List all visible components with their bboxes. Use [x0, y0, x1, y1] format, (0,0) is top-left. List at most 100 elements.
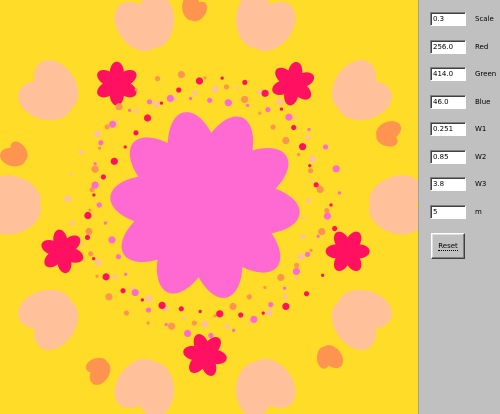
fractal-dot — [279, 107, 284, 111]
fractal-dot — [109, 120, 117, 128]
fractal-dot — [246, 294, 252, 300]
fractal-dot — [102, 273, 110, 281]
fractal-dot — [69, 172, 73, 176]
fractal-dot — [88, 251, 94, 257]
fractal-dot — [224, 99, 232, 107]
fractal-dot — [238, 312, 244, 318]
fractal-dot — [115, 254, 122, 260]
fractal-dot — [265, 107, 271, 113]
fractal-dot — [123, 310, 130, 316]
fractal-dot — [103, 221, 107, 225]
fractal-dot — [112, 274, 118, 280]
fractal-dot — [127, 108, 132, 112]
w2-row: 0.85 W2 — [430, 150, 486, 164]
fractal-dot — [282, 136, 290, 145]
fractal-dot — [94, 258, 102, 267]
fractal-dot — [263, 285, 267, 290]
fractal-dot — [305, 197, 311, 203]
fractal-dot — [309, 248, 313, 252]
fractal-dot — [95, 274, 99, 278]
fractal-dot — [145, 307, 152, 313]
w3-input[interactable]: 3.8 — [430, 177, 466, 191]
crimson-center — [200, 350, 210, 360]
fractal-dot — [178, 306, 184, 312]
fractal-dot — [92, 257, 96, 261]
green-label: Green — [475, 70, 497, 78]
fractal-dot — [195, 77, 204, 85]
fractal-dot — [158, 301, 166, 310]
fractal-dot — [92, 193, 96, 197]
red-input[interactable]: 256.0 — [430, 40, 466, 54]
fractal-dot — [100, 174, 107, 180]
fractal-dot — [332, 225, 338, 232]
fractal-dot — [97, 146, 102, 150]
fractal-dot — [91, 181, 99, 189]
blue-input[interactable]: 46.0 — [430, 95, 466, 109]
fractal-dot — [304, 134, 311, 140]
fractal-dot — [93, 162, 97, 166]
fractal-dot — [323, 212, 332, 220]
fractal-dot — [321, 273, 325, 277]
m-row: 5 m — [430, 205, 482, 219]
fractal-dot — [276, 98, 284, 106]
fractal-dot — [108, 236, 116, 244]
w2-label: W2 — [475, 153, 487, 161]
orange-petal — [316, 346, 331, 369]
scale-input[interactable]: 0.3 — [430, 12, 466, 26]
fractal-dot — [213, 314, 217, 318]
fractal-dot — [293, 275, 298, 279]
fractal-dot — [229, 302, 237, 311]
fractal-dot — [297, 253, 305, 261]
scale-label: Scale — [475, 15, 494, 23]
fractal-dot — [332, 165, 340, 173]
w1-input[interactable]: 0.251 — [430, 122, 466, 136]
fractal-dot — [104, 124, 110, 130]
m-input[interactable]: 5 — [430, 205, 466, 219]
fractal-dot — [294, 262, 300, 269]
w3-row: 3.8 W3 — [430, 177, 486, 191]
fractal-dot — [308, 164, 312, 168]
fractal-dot — [69, 220, 75, 226]
fractal-canvas[interactable] — [0, 0, 418, 414]
fractal-dot — [130, 286, 134, 290]
fractal-dot — [285, 113, 293, 121]
fractal-dot — [223, 84, 230, 90]
fractal-dot — [282, 302, 290, 311]
fractal-dot — [268, 301, 274, 308]
red-label: Red — [475, 43, 489, 51]
blue-row: 46.0 Blue — [430, 95, 491, 109]
w2-input[interactable]: 0.85 — [430, 150, 466, 164]
fractal-dot — [300, 234, 306, 240]
fractal-dot — [291, 124, 297, 131]
fractal-dot — [64, 195, 72, 203]
fractal-dot — [270, 124, 276, 130]
green-input[interactable]: 414.0 — [430, 67, 466, 81]
fractal-dot — [322, 144, 329, 150]
fractal-dot — [177, 70, 185, 79]
fractal-dot — [124, 272, 128, 276]
fractal-dot — [258, 111, 262, 115]
fractal-dot — [324, 207, 330, 214]
fractal-dot — [78, 149, 84, 155]
fractal-dot — [91, 165, 99, 173]
fractal-dot — [304, 251, 311, 257]
red-row: 256.0 Red — [430, 40, 488, 54]
fractal-dot — [282, 286, 287, 290]
fractal-dot — [245, 103, 250, 108]
fractal-dot — [301, 216, 305, 220]
fractal-image — [0, 0, 418, 414]
center-disc — [175, 175, 235, 235]
fractal-dot — [134, 108, 140, 114]
fractal-dot — [143, 114, 152, 122]
fractal-dot — [207, 97, 213, 103]
w3-label: W3 — [475, 180, 487, 188]
fractal-dot — [316, 185, 324, 193]
reset-button[interactable]: Reset — [431, 233, 465, 259]
control-panel: 0.3 Scale 256.0 Red 414.0 Green 46.0 Blu… — [418, 0, 500, 414]
fractal-dot — [133, 130, 139, 136]
fractal-dot — [191, 320, 197, 326]
fractal-dot — [81, 243, 85, 247]
w1-label: W1 — [475, 125, 487, 133]
fractal-dot — [84, 234, 91, 241]
fractal-dot — [134, 88, 138, 92]
